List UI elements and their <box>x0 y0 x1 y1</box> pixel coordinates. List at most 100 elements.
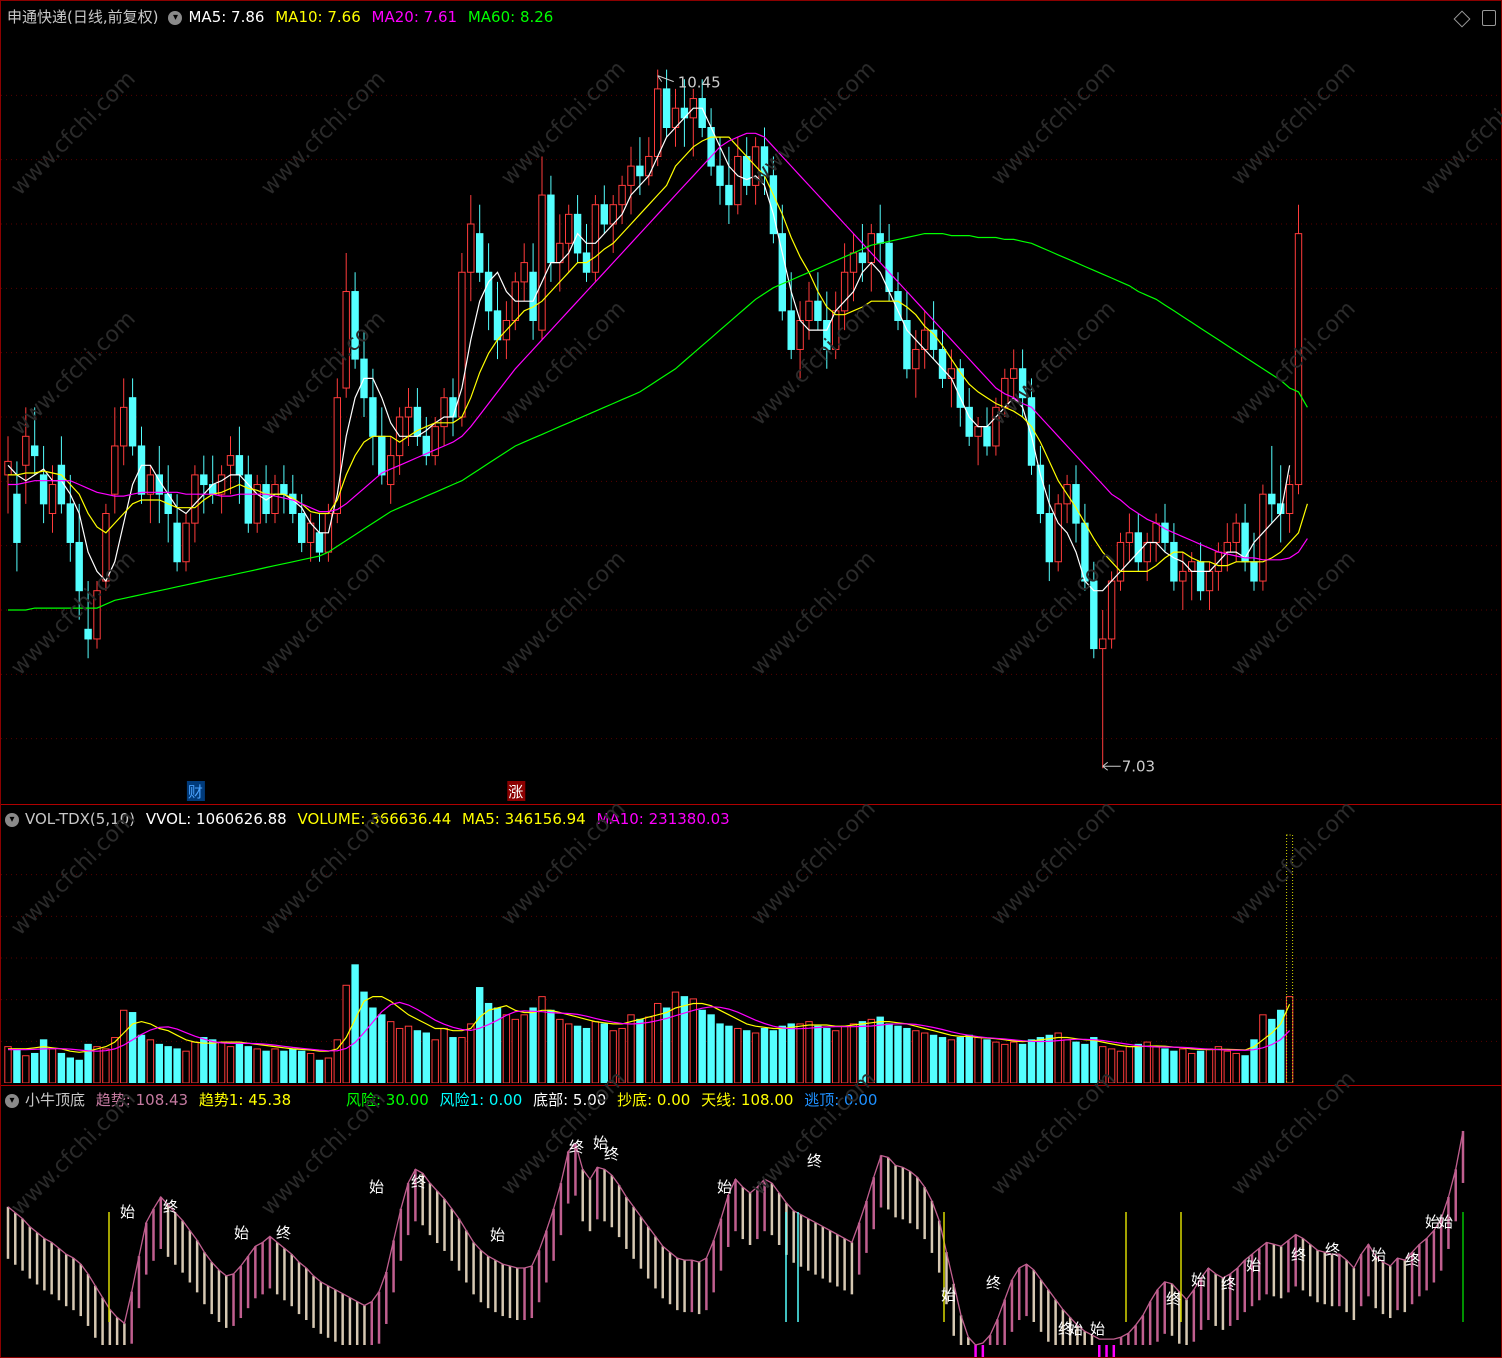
volume-bar <box>1161 1048 1169 1083</box>
end-marker: 终 <box>1405 1251 1420 1269</box>
candle-body <box>298 513 306 543</box>
volume-bar <box>422 1032 431 1083</box>
end-marker: 终 <box>569 1138 584 1156</box>
volume-bar <box>1045 1034 1053 1083</box>
candle-body <box>1268 493 1276 505</box>
candle-body <box>627 165 635 186</box>
volume-bar <box>992 1041 1000 1083</box>
candle-body <box>404 406 413 418</box>
volume-bar <box>778 1025 786 1083</box>
expand-diamond-icon[interactable] <box>1453 10 1471 28</box>
start-marker: 始 <box>490 1226 505 1244</box>
volume-bar <box>66 1057 74 1083</box>
antenna-label: 天线: 108.00 <box>701 1091 794 1109</box>
candle-body <box>1259 493 1267 582</box>
candle-body <box>93 590 101 640</box>
ma-line-ma60 <box>8 233 1308 611</box>
start-marker: 始 <box>1191 1271 1206 1289</box>
candle-body <box>716 165 724 186</box>
candle-body <box>734 155 742 206</box>
volume-bar <box>111 1037 119 1083</box>
ind-chevron-icon[interactable]: ▾ <box>5 1093 19 1108</box>
volume-bar <box>440 1027 448 1083</box>
volume-bar <box>1107 1048 1116 1083</box>
high-marker-label: 10.45 <box>678 74 721 92</box>
candle-body <box>31 445 39 457</box>
volume-bar <box>983 1039 991 1083</box>
candle-body <box>805 300 813 322</box>
bottom-label: 底部: 5.00 <box>533 1091 607 1109</box>
candle-body <box>226 455 235 466</box>
vol-ma5-label: MA5: 346156.94 <box>462 810 586 828</box>
volume-bar <box>1001 1043 1009 1083</box>
volume-bar <box>191 1041 199 1083</box>
volume-bar <box>1125 1046 1134 1083</box>
vol-chevron-icon[interactable]: ▾ <box>5 812 19 827</box>
volume-bar <box>378 1014 386 1083</box>
candle-body <box>146 474 155 495</box>
candle-body <box>1045 513 1053 563</box>
candle-body <box>591 204 600 273</box>
candle-body <box>1223 541 1231 553</box>
volume-bar <box>582 1027 591 1083</box>
volume-bar <box>805 1021 813 1083</box>
window-restore-icon[interactable] <box>1482 10 1496 26</box>
volume-bar <box>1214 1046 1223 1083</box>
volume-bar <box>173 1048 181 1083</box>
candle-body <box>618 184 626 206</box>
candle-body <box>849 252 858 273</box>
candle-body <box>449 397 457 418</box>
candle-body <box>885 242 893 293</box>
candle-body <box>1010 368 1018 379</box>
end-marker: 终 <box>1291 1246 1306 1264</box>
volume-bar <box>476 987 484 1083</box>
candle-body <box>743 155 751 186</box>
volume-bar <box>387 1021 395 1083</box>
volume-bar <box>235 1043 244 1083</box>
volume-bar <box>511 1018 520 1083</box>
settings-chevron-icon[interactable]: ▾ <box>168 10 183 25</box>
candle-body <box>271 484 279 514</box>
start-marker: 始 <box>120 1203 135 1221</box>
candle-body <box>191 474 199 524</box>
volume-bar <box>1143 1041 1151 1083</box>
candle-body <box>13 493 21 543</box>
candle-body <box>280 484 288 495</box>
volume-bar <box>1063 1039 1071 1083</box>
candle-body <box>48 484 57 514</box>
candle-body <box>84 628 92 640</box>
volume-bar <box>431 1039 439 1083</box>
volume-bar <box>449 1037 457 1083</box>
volume-bar <box>48 1048 57 1083</box>
volume-bar <box>93 1046 101 1083</box>
end-marker: 终 <box>411 1173 426 1191</box>
volume-bar <box>645 1016 653 1083</box>
candle-body <box>342 291 350 389</box>
start-marker: 始 <box>1090 1320 1105 1338</box>
volume-bar <box>1170 1050 1178 1083</box>
candle-body <box>547 194 555 264</box>
volume-bar <box>538 996 546 1083</box>
volume-bar <box>22 1055 30 1083</box>
start-marker: 始 <box>941 1286 956 1304</box>
candle-body <box>1170 541 1178 582</box>
candlestick-chart: 10.45 7.03 财 涨 <box>1 69 1501 801</box>
volume-bar <box>769 1030 778 1083</box>
vol-panel-header: ▾ VOL-TDX(5,10) VVOL: 1060626.88 VOLUME: … <box>1 807 736 831</box>
start-marker: 始 <box>1371 1246 1386 1264</box>
volume-bar <box>796 1023 804 1083</box>
volume-bar <box>743 1030 751 1083</box>
volume-bar <box>182 1050 190 1083</box>
volume-bar <box>1179 1048 1187 1083</box>
volume-bar <box>600 1023 608 1083</box>
candle-body <box>1161 522 1169 543</box>
volume-bar <box>413 1030 422 1083</box>
candle-body <box>1205 570 1214 592</box>
stock-title: 申通快递(日线,前复权) <box>7 8 159 26</box>
indicator-panel-header: ▾ 小牛顶底 趋势: 108.43 趋势1: 45.38 风险: 30.00 风险… <box>1 1088 883 1112</box>
buy-bottom-label: 抄底: 0.00 <box>617 1091 691 1109</box>
risk-label: 风险: 30.00 <box>345 1091 429 1109</box>
volume-bar <box>716 1023 724 1083</box>
candle-body <box>378 435 386 476</box>
volume-bar <box>556 1018 564 1083</box>
